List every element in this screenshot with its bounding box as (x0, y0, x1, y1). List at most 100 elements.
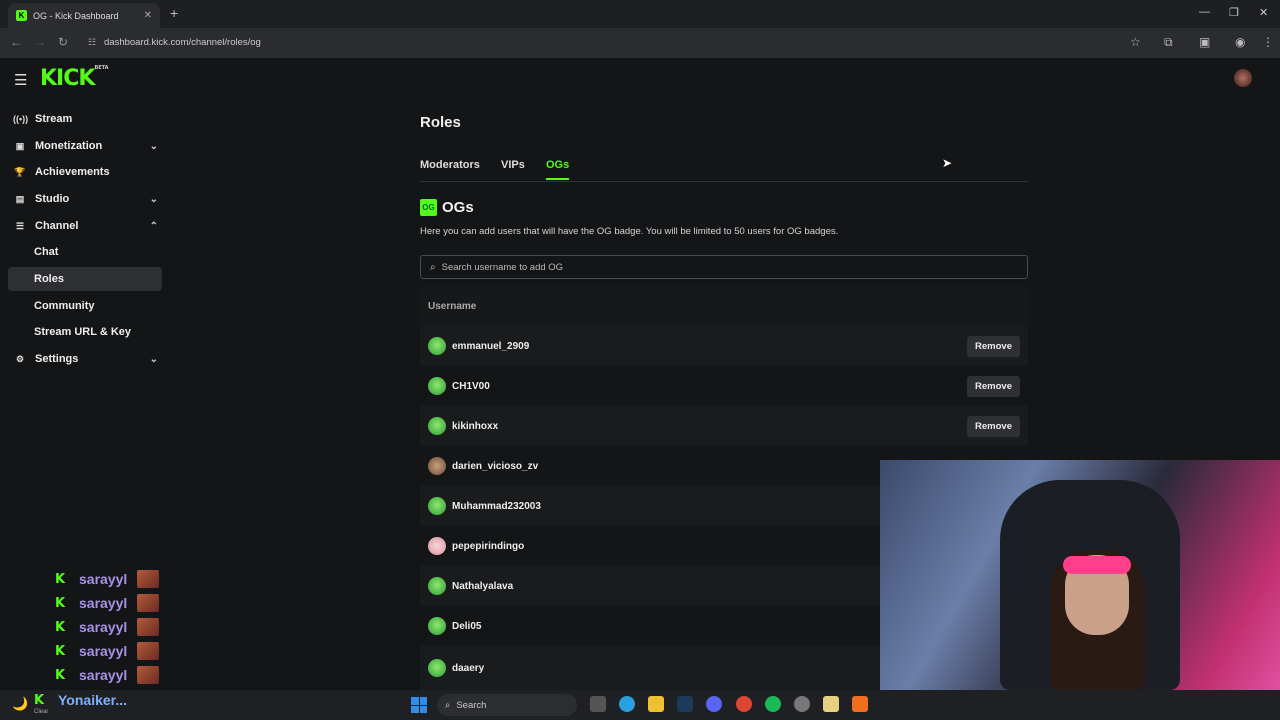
steam-icon[interactable] (677, 696, 693, 712)
forward-icon[interactable]: → (34, 35, 46, 49)
section-title-text: OGs (442, 199, 474, 216)
task-view-icon[interactable] (590, 696, 606, 712)
sidebar-item-label: Roles (34, 273, 64, 285)
username: darien_vicioso_zv (452, 460, 539, 472)
hamburger-menu-icon[interactable]: ☰ (14, 71, 27, 89)
username: Deli05 (452, 620, 482, 632)
sidebar-item-settings[interactable]: ⚙ Settings ⌄ (8, 347, 162, 371)
sidebar-item-community[interactable]: Community (8, 294, 162, 318)
studio-icon: ▤ (15, 193, 25, 204)
chevron-down-icon[interactable]: ⌄ (150, 354, 158, 365)
chevron-down-icon[interactable]: ⌄ (150, 141, 158, 152)
minimize-icon[interactable]: — (1199, 6, 1210, 18)
sidebar-item-roles[interactable]: Roles (8, 267, 162, 291)
username: CH1V00 (452, 380, 490, 392)
username: pepepirindingo (452, 540, 525, 552)
search-input[interactable]: ⌕ Search username to add OG (420, 255, 1028, 279)
chevron-up-icon[interactable]: ⌃ (150, 221, 158, 232)
username: Muhammad232003 (452, 500, 541, 512)
avatar (137, 570, 159, 588)
chevron-down-icon[interactable]: ⌄ (150, 194, 158, 205)
og-user-badge-icon (428, 377, 446, 395)
close-window-icon[interactable]: ✕ (1259, 6, 1268, 19)
kick-badge-icon: K (55, 571, 66, 587)
sidebar-item-stream-url-key[interactable]: Stream URL & Key (8, 320, 162, 344)
taskbar-search-label: Search (456, 699, 487, 711)
restore-icon[interactable]: ❐ (1229, 6, 1239, 19)
og-badge-icon: OG (420, 199, 437, 216)
table-row: kikinhoxx Remove (420, 406, 1028, 446)
sidebar-item-chat[interactable]: Chat (8, 240, 162, 264)
monetization-icon: ▣ (15, 140, 25, 151)
webcam-overlay (880, 460, 1280, 690)
og-user-badge-icon (428, 417, 446, 435)
new-tab-button[interactable]: + (170, 5, 178, 21)
sidebar-item-label: Community (34, 300, 95, 312)
url-field[interactable]: dashboard.kick.com/channel/roles/og (104, 37, 261, 48)
stream-icon: ((•)) (13, 114, 29, 124)
tab-moderators[interactable]: Moderators (420, 159, 480, 171)
edge-icon[interactable] (619, 696, 635, 712)
trophy-icon: 🏆 (14, 166, 26, 177)
remove-button[interactable]: Remove (967, 415, 1020, 437)
remove-button[interactable]: Remove (967, 335, 1020, 357)
spotify-icon[interactable] (765, 696, 781, 712)
site-info-icon[interactable]: ☷ (88, 37, 96, 48)
sidebar-item-stream[interactable]: ((•)) Stream (8, 107, 162, 131)
sidebar-item-achievements[interactable]: 🏆 Achievements (8, 160, 162, 184)
chat-username: sarayyl (79, 643, 128, 659)
kick-badge-icon: K (55, 619, 66, 635)
user-avatar[interactable] (1234, 69, 1252, 87)
address-bar: ← → ↻ ☷ dashboard.kick.com/channel/roles… (0, 28, 1280, 58)
logo-text: KICK (40, 66, 95, 91)
username: emmanuel_2909 (452, 340, 530, 352)
tab-ogs[interactable]: OGs (546, 159, 570, 180)
menu-dots-icon[interactable]: ⋮ (1262, 35, 1274, 49)
chat-username: sarayyl (79, 619, 128, 635)
chat-overlay-message: Ksarayyl (55, 616, 165, 638)
logo-tag: BETA (94, 64, 109, 71)
chat-username: sarayyl (79, 571, 128, 587)
remove-button[interactable]: Remove (967, 375, 1020, 397)
taskbar-search[interactable]: ⌕ Search (437, 694, 577, 716)
back-icon[interactable]: ← (10, 35, 22, 49)
close-tab-icon[interactable]: ✕ (144, 10, 152, 21)
sidebar-item-channel[interactable]: ☰ Channel ⌃ (8, 214, 162, 238)
reload-icon[interactable]: ↻ (58, 35, 68, 49)
sidepanel-icon[interactable]: ▣ (1199, 35, 1210, 49)
table-row: CH1V00 Remove (420, 366, 1028, 406)
profile-icon[interactable]: ◉ (1235, 35, 1245, 49)
roles-tabs: Moderators VIPs OGs (420, 150, 1028, 182)
tab-vips[interactable]: VIPs (501, 159, 525, 171)
bookmark-star-icon[interactable]: ☆ (1130, 35, 1141, 49)
chrome-icon[interactable] (736, 696, 752, 712)
windows-start-icon[interactable] (411, 697, 427, 713)
kick-badge-icon: K (55, 643, 66, 659)
clear-label[interactable]: Clear (34, 709, 48, 715)
sidebar-item-label: Settings (35, 353, 79, 365)
chat-overlay-message: Ksarayyl (55, 664, 165, 686)
file-explorer-icon[interactable] (648, 696, 664, 712)
sidebar-item-label: Studio (35, 193, 70, 205)
mouse-cursor-icon: ➤ (942, 156, 953, 170)
obs-icon[interactable] (794, 696, 810, 712)
user-avatar-icon (428, 537, 446, 555)
sidebar-item-label: Monetization (35, 140, 103, 152)
chat-overlay-bottom-user: Yonaiker... (58, 692, 127, 708)
extensions-icon[interactable]: ⧉ (1164, 35, 1173, 50)
sidebar-item-label: Stream URL & Key (34, 326, 131, 338)
sidebar-item-monetization[interactable]: ▣ Monetization ⌄ (8, 134, 162, 158)
avatar (137, 594, 159, 612)
sidebar-item-studio[interactable]: ▤ Studio ⌄ (8, 187, 162, 211)
discord-icon[interactable] (706, 696, 722, 712)
chat-overlay-message: Ksarayyl (55, 568, 165, 590)
browser-tab[interactable]: K OG - Kick Dashboard ✕ (8, 3, 160, 28)
user-avatar-icon (428, 457, 446, 475)
kick-badge-icon: K (34, 693, 45, 708)
og-user-badge-icon (428, 617, 446, 635)
search-icon: ⌕ (430, 261, 436, 273)
notes-icon[interactable] (823, 696, 839, 712)
app-icon[interactable] (852, 696, 868, 712)
kick-logo[interactable]: KICKBETA (40, 64, 109, 91)
moon-icon[interactable]: 🌙 (12, 696, 28, 712)
